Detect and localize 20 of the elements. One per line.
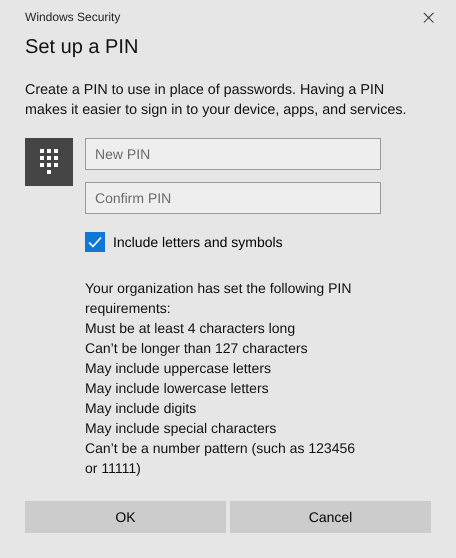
keypad-icon — [25, 138, 73, 186]
window-title: Windows Security — [25, 10, 120, 24]
ok-button[interactable]: OK — [25, 501, 226, 533]
requirement-text: Can’t be a number pattern (such as 123456 or 11111) — [85, 439, 356, 478]
requirements-intro: Your organization has set the following PIN requirements: — [85, 279, 352, 318]
requirement-text: May include digits — [85, 399, 198, 418]
check-icon — [88, 236, 102, 248]
pin-field[interactable]: Confirm PIN — [85, 182, 381, 214]
requirement-text: May include lowercase letters — [85, 379, 270, 398]
cancel-button[interactable]: Cancel — [230, 501, 431, 533]
checkbox[interactable] — [85, 232, 105, 252]
description-text: Create a PIN to use in place of passwords. Having a PIN makes it easier to sign in to your device, apps, and services. — [25, 81, 408, 120]
pin-field[interactable]: New PIN — [85, 138, 381, 170]
close-button[interactable]: × — [418, 7, 439, 27]
checkbox-label: Include letters and symbols — [113, 234, 283, 250]
dialog-heading: Set up a PIN — [25, 36, 140, 59]
requirement-text: May include special characters — [85, 419, 278, 438]
requirement-text: Can’t be longer than 127 characters — [85, 339, 309, 358]
requirement-text: May include uppercase letters — [85, 359, 272, 378]
requirement-text: Must be at least 4 characters long — [85, 319, 296, 338]
